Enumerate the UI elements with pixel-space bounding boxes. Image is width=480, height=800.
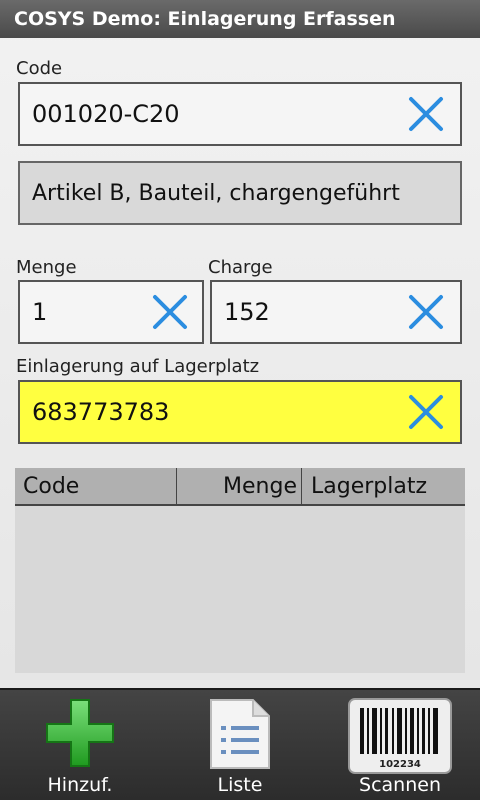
add-button[interactable]: Hinzuf. bbox=[0, 690, 160, 800]
column-header-lagerplatz: Lagerplatz bbox=[311, 474, 428, 499]
lagerplatz-label: Einlagerung auf Lagerplatz bbox=[16, 356, 260, 377]
barcode-number: 102234 bbox=[379, 759, 421, 770]
clear-menge-icon[interactable] bbox=[150, 292, 190, 332]
items-table[interactable]: Code Menge Lagerplatz bbox=[15, 468, 465, 673]
scan-button[interactable]: 102234 Scannen bbox=[320, 690, 480, 800]
menge-value: 1 bbox=[32, 298, 48, 326]
menge-field[interactable]: 1 bbox=[18, 280, 204, 344]
clear-code-icon[interactable] bbox=[406, 94, 446, 134]
scan-label: Scannen bbox=[359, 774, 441, 796]
column-header-code: Code bbox=[23, 474, 80, 499]
app-title: COSYS Demo: Einlagerung Erfassen bbox=[0, 0, 480, 38]
clear-lagerplatz-icon[interactable] bbox=[406, 392, 446, 432]
list-label: Liste bbox=[217, 774, 263, 796]
table-header: Code Menge Lagerplatz bbox=[15, 468, 465, 506]
code-value: 001020-C20 bbox=[32, 100, 180, 128]
column-divider bbox=[176, 468, 177, 504]
column-header-menge: Menge bbox=[223, 474, 297, 499]
plus-icon bbox=[45, 698, 115, 772]
article-text: Artikel B, Bauteil, chargengeführt bbox=[32, 180, 400, 206]
charge-value: 152 bbox=[224, 298, 270, 326]
lagerplatz-field[interactable]: 683773783 bbox=[18, 380, 462, 444]
code-field[interactable]: 001020-C20 bbox=[18, 82, 462, 146]
list-document-icon bbox=[209, 698, 271, 774]
charge-field[interactable]: 152 bbox=[210, 280, 462, 344]
article-description: Artikel B, Bauteil, chargengeführt bbox=[18, 161, 462, 225]
clear-charge-icon[interactable] bbox=[406, 292, 446, 332]
list-button[interactable]: Liste bbox=[160, 690, 320, 800]
column-divider bbox=[301, 468, 302, 504]
barcode-icon: 102234 bbox=[348, 698, 452, 778]
bottom-toolbar: Hinzuf. Liste 102234 Scannen bbox=[0, 688, 480, 800]
code-label: Code bbox=[16, 58, 63, 79]
charge-label: Charge bbox=[208, 257, 273, 278]
add-label: Hinzuf. bbox=[47, 774, 113, 796]
lagerplatz-value: 683773783 bbox=[32, 398, 170, 426]
menge-label: Menge bbox=[16, 257, 77, 278]
